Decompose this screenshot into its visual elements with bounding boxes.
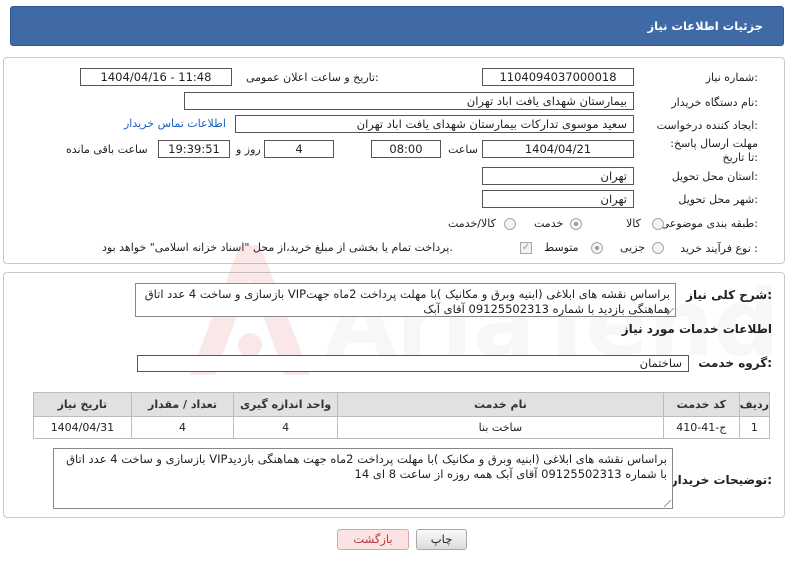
buyer-notes-textarea[interactable]: بازسازی و ساخت 4 عدد اتاق VIPبراساس نقشه… bbox=[53, 448, 673, 509]
remaining-label: ساعت باقی مانده bbox=[66, 143, 148, 156]
category-goods-service-label: کالا/خدمت bbox=[448, 217, 496, 230]
requester-field: سعید موسوی تدارکات بیمارستان شهدای یافت … bbox=[235, 115, 634, 133]
process-medium-label: متوسط bbox=[544, 241, 579, 254]
description-text: بازسازی و ساخت 4 عدد اتاق VIPبراساس نقشه… bbox=[144, 287, 670, 316]
need-number-field: 1104094037000018 bbox=[482, 68, 634, 86]
province-field: تهران bbox=[482, 167, 634, 185]
col-index-header: ردیف bbox=[738, 392, 771, 417]
deadline-label: مهلت ارسال پاسخ: تا تاریخ: bbox=[670, 137, 758, 164]
announce-label: تاریخ و ساعت اعلان عمومی: bbox=[246, 71, 379, 84]
category-goods-label: کالا bbox=[626, 217, 641, 230]
buyer-notes-text: بازسازی و ساخت 4 عدد اتاق VIPبراساس نقشه… bbox=[66, 452, 667, 481]
col-date-header: تاریخ نیاز bbox=[33, 392, 132, 417]
announce-field: 1404/04/16 - 11:48 bbox=[80, 68, 232, 86]
need-number-label: شماره نیاز: bbox=[705, 71, 758, 84]
resize-handle[interactable] bbox=[664, 500, 671, 507]
col-code-header: کد خدمت bbox=[662, 392, 740, 417]
province-label: استان محل تحویل: bbox=[671, 170, 758, 183]
process-medium-radio[interactable] bbox=[591, 242, 603, 254]
buyer-org-label: نام دستگاه خریدار: bbox=[671, 96, 758, 109]
cell-unit: 4 bbox=[233, 416, 338, 439]
cell-qty: 4 bbox=[130, 416, 235, 439]
remaining-days-field: 4 bbox=[264, 140, 334, 158]
category-goods-radio[interactable] bbox=[652, 218, 664, 230]
category-label: طبقه بندی موضوعی: bbox=[660, 217, 758, 230]
process-minor-radio[interactable] bbox=[652, 242, 664, 254]
buyer-org-field: بیمارستان شهدای یافت اباد تهران bbox=[184, 92, 634, 110]
buyer-notes-label: توضیحات خریدار: bbox=[670, 473, 772, 487]
description-textarea[interactable]: بازسازی و ساخت 4 عدد اتاق VIPبراساس نقشه… bbox=[135, 283, 676, 317]
page-header: جزئیات اطلاعات نیاز bbox=[10, 6, 784, 46]
days-label: روز و bbox=[236, 143, 261, 156]
col-unit-header: واحد اندازه گیری bbox=[233, 392, 338, 417]
payment-note: پرداخت تمام یا بخشی از مبلغ خرید،از محل … bbox=[102, 241, 453, 254]
deadline-time-field: 08:00 bbox=[371, 140, 441, 158]
description-label: شرح کلی نیاز: bbox=[686, 288, 772, 302]
services-section-title: اطلاعات خدمات مورد نیاز bbox=[621, 322, 772, 336]
category-service-radio[interactable] bbox=[570, 218, 582, 230]
buyer-contact-link[interactable]: اطلاعات تماس خریدار bbox=[124, 117, 226, 130]
services-table: تاریخ نیاز تعداد / مقدار واحد اندازه گیر… bbox=[33, 392, 771, 439]
process-label: نوع فرآیند خرید : bbox=[680, 242, 758, 255]
requester-label: ایجاد کننده درخواست: bbox=[656, 119, 758, 132]
service-group-label: گروه خدمت: bbox=[698, 356, 772, 370]
back-button[interactable]: بازگشت bbox=[337, 529, 409, 550]
table-header-row: تاریخ نیاز تعداد / مقدار واحد اندازه گیر… bbox=[33, 392, 771, 417]
deadline-time-label: ساعت bbox=[448, 143, 478, 156]
cell-date: 1404/04/31 bbox=[33, 416, 132, 439]
process-minor-label: جزیی bbox=[620, 241, 646, 254]
cell-index: 1 bbox=[738, 416, 771, 439]
col-name-header: نام خدمت bbox=[336, 392, 664, 417]
category-service-label: خدمت bbox=[534, 217, 564, 230]
service-group-field: ساختمان bbox=[137, 355, 689, 372]
city-label: شهر محل تحویل: bbox=[678, 193, 758, 206]
treasury-checkbox[interactable]: ✓ bbox=[520, 242, 532, 254]
city-field: تهران bbox=[482, 190, 634, 208]
category-goods-service-radio[interactable] bbox=[504, 218, 516, 230]
col-qty-header: تعداد / مقدار bbox=[130, 392, 235, 417]
resize-handle[interactable] bbox=[667, 308, 674, 315]
cell-name: ساخت بنا bbox=[336, 416, 664, 439]
page-title: جزئیات اطلاعات نیاز bbox=[647, 19, 763, 33]
table-row: 1404/04/31 4 4 ساخت بنا ج-41-410 1 bbox=[33, 416, 771, 439]
deadline-date-field: 1404/04/21 bbox=[482, 140, 634, 158]
remaining-time-field: 19:39:51 bbox=[158, 140, 230, 158]
cell-code: ج-41-410 bbox=[662, 416, 740, 439]
print-button[interactable]: چاپ bbox=[416, 529, 467, 550]
